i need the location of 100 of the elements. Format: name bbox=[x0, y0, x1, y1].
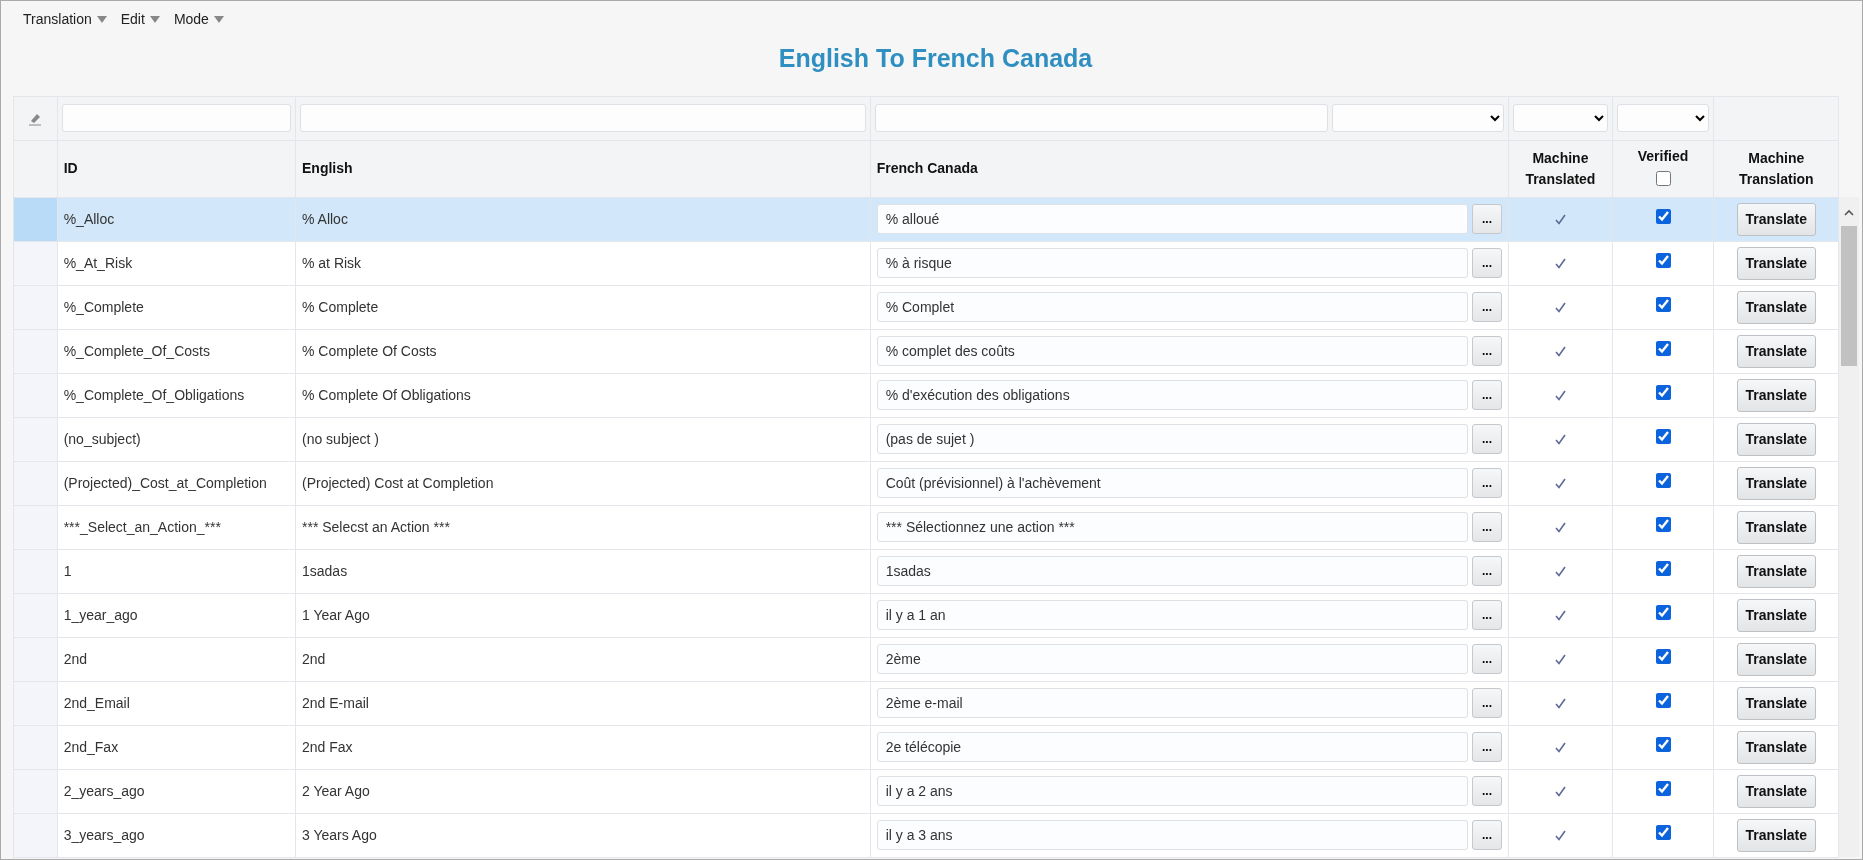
row-selector[interactable] bbox=[13, 637, 58, 681]
translation-field[interactable]: il y a 1 an bbox=[876, 600, 1468, 630]
translation-field[interactable]: 2e télécopie bbox=[876, 732, 1468, 762]
table-cell: (no subject ) bbox=[295, 417, 871, 461]
more-button[interactable]: ... bbox=[1472, 644, 1502, 674]
translate-button[interactable]: Translate bbox=[1736, 730, 1817, 764]
more-button[interactable]: ... bbox=[1472, 336, 1502, 366]
more-button[interactable]: ... bbox=[1472, 380, 1502, 410]
verified-checkbox[interactable] bbox=[1655, 340, 1671, 356]
translate-button[interactable]: Translate bbox=[1736, 334, 1817, 368]
table-cell: % Complete Of Obligations bbox=[295, 373, 871, 417]
translation-field[interactable]: % alloué bbox=[876, 204, 1468, 234]
more-button[interactable]: ... bbox=[1472, 732, 1502, 762]
more-button[interactable]: ... bbox=[1472, 292, 1502, 322]
more-button[interactable]: ... bbox=[1472, 688, 1502, 718]
verified-checkbox[interactable] bbox=[1655, 780, 1671, 796]
verified-checkbox[interactable] bbox=[1655, 472, 1671, 488]
verified-checkbox[interactable] bbox=[1655, 516, 1671, 532]
verified-checkbox[interactable] bbox=[1655, 208, 1671, 224]
row-selector[interactable] bbox=[13, 681, 58, 725]
french-filter-field[interactable] bbox=[874, 104, 1328, 132]
more-button[interactable]: ... bbox=[1472, 512, 1502, 542]
verified-checkbox[interactable] bbox=[1655, 252, 1671, 268]
more-button[interactable]: ... bbox=[1472, 776, 1502, 806]
more-button[interactable]: ... bbox=[1472, 556, 1502, 586]
translate-button[interactable]: Translate bbox=[1736, 510, 1817, 544]
row-selector[interactable] bbox=[13, 329, 58, 373]
table-cell: 2 Year Ago bbox=[295, 769, 871, 813]
menu-item[interactable]: Mode bbox=[173, 9, 224, 30]
eraser-icon[interactable] bbox=[28, 111, 43, 126]
translation-field[interactable]: % complet des coûts bbox=[876, 336, 1468, 366]
french-filter-dropdown[interactable] bbox=[1331, 104, 1504, 132]
table-cell: 3_years_ago bbox=[57, 813, 296, 857]
verified-checkbox[interactable] bbox=[1655, 604, 1671, 620]
translation-field[interactable]: 1sadas bbox=[876, 556, 1468, 586]
row-selector[interactable] bbox=[13, 197, 58, 241]
scrollbar-thumb[interactable] bbox=[1841, 226, 1857, 366]
verified-checkbox[interactable] bbox=[1655, 824, 1671, 840]
select-all-checkbox[interactable] bbox=[1655, 170, 1671, 186]
verified-checkbox[interactable] bbox=[1655, 648, 1671, 664]
verified-filter-dropdown[interactable] bbox=[1616, 104, 1710, 132]
machine-translated-filter-dropdown[interactable] bbox=[1513, 104, 1608, 132]
scrollbar[interactable] bbox=[1838, 197, 1859, 857]
translation-field[interactable]: *** Sélectionnez une action *** bbox=[876, 512, 1468, 542]
row-selector[interactable] bbox=[13, 769, 58, 813]
id-filter-field[interactable] bbox=[61, 104, 291, 132]
translate-button[interactable]: Translate bbox=[1736, 378, 1817, 412]
verified-checkbox[interactable] bbox=[1655, 384, 1671, 400]
table-cell: (no_subject) bbox=[57, 417, 296, 461]
row-selector[interactable] bbox=[13, 461, 58, 505]
translation-field[interactable]: il y a 3 ans bbox=[876, 820, 1468, 850]
translation-field[interactable]: Coût (prévisionnel) à l'achèvement bbox=[876, 468, 1468, 498]
translate-button[interactable]: Translate bbox=[1736, 202, 1817, 236]
verified-checkbox[interactable] bbox=[1655, 296, 1671, 312]
verified-checkbox[interactable] bbox=[1655, 692, 1671, 708]
translation-field[interactable]: % à risque bbox=[876, 248, 1468, 278]
row-selector[interactable] bbox=[13, 813, 58, 857]
verified-checkbox[interactable] bbox=[1655, 736, 1671, 752]
menu-item[interactable]: Edit bbox=[120, 9, 160, 30]
translate-button[interactable]: Translate bbox=[1736, 598, 1817, 632]
translate-button[interactable]: Translate bbox=[1736, 554, 1817, 588]
translation-field[interactable]: % Complet bbox=[876, 292, 1468, 322]
translation-field[interactable]: il y a 2 ans bbox=[876, 776, 1468, 806]
row-selector[interactable] bbox=[13, 725, 58, 769]
row-selector[interactable] bbox=[13, 241, 58, 285]
verified-checkbox[interactable] bbox=[1655, 428, 1671, 444]
translation-field[interactable]: (pas de sujet ) bbox=[876, 424, 1468, 454]
more-button[interactable]: ... bbox=[1472, 248, 1502, 278]
translate-button[interactable]: Translate bbox=[1736, 290, 1817, 324]
translation-field[interactable]: % d'exécution des obligations bbox=[876, 380, 1468, 410]
more-button[interactable]: ... bbox=[1472, 204, 1502, 234]
translate-button[interactable]: Translate bbox=[1736, 774, 1817, 808]
translate-button[interactable]: Translate bbox=[1736, 466, 1817, 500]
translate-button[interactable]: Translate bbox=[1736, 642, 1817, 676]
table-cell: %_Complete bbox=[57, 285, 296, 329]
menu-item[interactable]: Translation bbox=[23, 9, 107, 30]
translate-button[interactable]: Translate bbox=[1736, 686, 1817, 720]
table-cell: %_Complete_Of_Obligations bbox=[57, 373, 296, 417]
row-selector[interactable] bbox=[13, 549, 58, 593]
more-button[interactable]: ... bbox=[1472, 820, 1502, 850]
scroll-up-icon[interactable] bbox=[1844, 208, 1855, 216]
verified-checkbox[interactable] bbox=[1655, 560, 1671, 576]
column-header: Verified bbox=[1637, 147, 1689, 164]
table-cell: 2nd bbox=[57, 637, 296, 681]
row-selector[interactable] bbox=[13, 373, 58, 417]
more-button[interactable]: ... bbox=[1472, 600, 1502, 630]
english-filter-field[interactable] bbox=[300, 104, 866, 132]
more-button[interactable]: ... bbox=[1472, 424, 1502, 454]
table-cell: %_At_Risk bbox=[57, 241, 296, 285]
row-selector[interactable] bbox=[13, 285, 58, 329]
table-cell: 1sadas bbox=[295, 549, 871, 593]
more-button[interactable]: ... bbox=[1472, 468, 1502, 498]
translate-button[interactable]: Translate bbox=[1736, 818, 1817, 852]
translate-button[interactable]: Translate bbox=[1736, 422, 1817, 456]
row-selector[interactable] bbox=[13, 505, 58, 549]
row-selector[interactable] bbox=[13, 417, 58, 461]
translation-field[interactable]: 2ème e-mail bbox=[876, 688, 1468, 718]
translation-field[interactable]: 2ème bbox=[876, 644, 1468, 674]
translate-button[interactable]: Translate bbox=[1736, 246, 1817, 280]
row-selector[interactable] bbox=[13, 593, 58, 637]
